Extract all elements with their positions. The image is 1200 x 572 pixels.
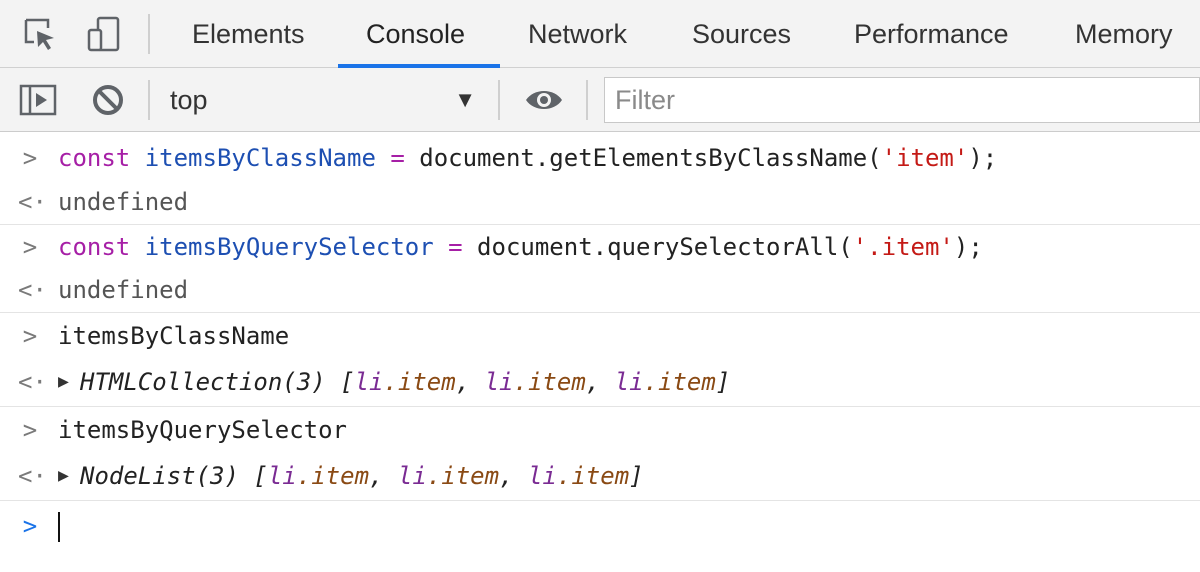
expression: itemsByClassName [58,322,290,350]
element-tag: li [614,368,644,396]
bracket-open: [ [253,462,268,490]
expand-triangle-icon[interactable]: ▶ [58,358,80,406]
live-expression-eye-icon[interactable] [522,78,566,122]
call-end: ); [968,144,998,172]
element-class: .item [426,462,500,490]
string-literal: '.item' [852,233,954,261]
keyword: const [58,233,131,261]
input-chevron-icon: > [22,416,38,444]
context-selector[interactable]: top ▼ [170,76,486,124]
element-class: .item [513,368,586,396]
output-arrow-icon: <· [18,276,47,304]
element-tag: li [484,368,514,396]
separator: , [369,462,384,490]
tab-elements[interactable]: Elements [192,0,305,68]
prompt-chevron-icon: > [22,512,38,540]
console-input-line: > const itemsByQuerySelector = document.… [0,224,1200,268]
console-toolbar: top ▼ [0,68,1200,132]
console-prompt[interactable]: > [0,500,1200,550]
variable-name: itemsByQuerySelector [144,233,434,261]
input-chevron-icon: > [22,322,38,350]
variable-name: itemsByClassName [144,144,376,172]
console-input-line: > const itemsByClassName = document.getE… [0,136,1200,180]
call-end: ); [953,233,983,261]
element-tag: li [527,462,557,490]
tab-console[interactable]: Console [366,0,465,68]
text-caret [58,512,60,542]
input-chevron-icon: > [22,144,38,172]
bracket-close: ] [629,462,644,490]
console-messages: > const itemsByClassName = document.getE… [0,132,1200,550]
bracket-close: ] [715,368,731,396]
output-value: undefined [58,188,189,216]
output-arrow-icon: <· [18,462,47,490]
operator: = [448,233,463,261]
output-arrow-icon: <· [18,188,47,216]
element-tag: li [397,462,427,490]
separator: , [585,368,601,396]
dropdown-arrow-icon: ▼ [454,87,476,112]
device-toggle-icon[interactable] [84,14,124,54]
bracket-open: [ [340,368,355,396]
element-tag: li [354,368,384,396]
toolbar-separator [498,80,500,120]
operator: = [390,144,405,172]
console-input-line: > itemsByQuerySelector [0,406,1200,452]
tab-network[interactable]: Network [528,0,627,68]
expression: itemsByQuerySelector [58,416,347,444]
tab-performance[interactable]: Performance [854,0,1009,68]
result-type: HTMLCollection(3) [80,368,326,396]
console-output-line[interactable]: <· ▶ HTMLCollection(3) [li.item, li.item,… [0,358,1200,406]
sidebar-toggle-icon[interactable] [16,78,60,122]
filter-input[interactable] [604,77,1200,123]
keyword: const [58,144,131,172]
tab-memory[interactable]: Memory [1075,0,1173,68]
separator: , [499,462,514,490]
context-label: top [170,85,208,115]
tab-sources[interactable]: Sources [692,0,791,68]
result-type: NodeList(3) [80,462,239,490]
element-class: .item [296,462,370,490]
output-value: undefined [58,276,189,304]
console-output-line[interactable]: <· ▶ NodeList(3) [li.item, li.item, li.it… [0,452,1200,500]
console-output-line: <· undefined [0,180,1200,224]
devtools-tab-bar: Elements Console Network Sources Perform… [0,0,1200,68]
input-chevron-icon: > [22,233,38,261]
console-input-line: > itemsByClassName [0,312,1200,358]
clear-console-icon[interactable] [86,78,130,122]
console-output-line: <· undefined [0,268,1200,312]
inspect-element-icon[interactable] [20,14,60,54]
element-class: .item [643,368,716,396]
call-expression: document.getElementsByClassName( [419,144,882,172]
expand-triangle-icon[interactable]: ▶ [58,452,80,500]
element-tag: li [267,462,297,490]
string-literal: 'item' [881,144,969,172]
toolbar-separator [586,80,588,120]
element-class: .item [556,462,630,490]
toolbar-separator [148,80,150,120]
output-arrow-icon: <· [18,368,47,396]
separator: , [455,368,471,396]
element-class: .item [383,368,456,396]
call-expression: document.querySelectorAll( [477,233,853,261]
toolbar-separator [148,14,150,54]
